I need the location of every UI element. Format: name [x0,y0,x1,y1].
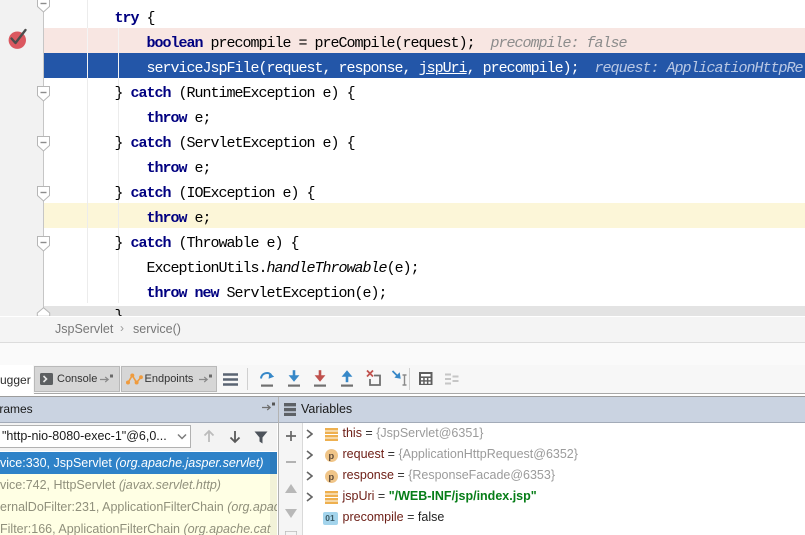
svg-text:p: p [328,450,334,461]
svg-text:p: p [328,471,334,482]
